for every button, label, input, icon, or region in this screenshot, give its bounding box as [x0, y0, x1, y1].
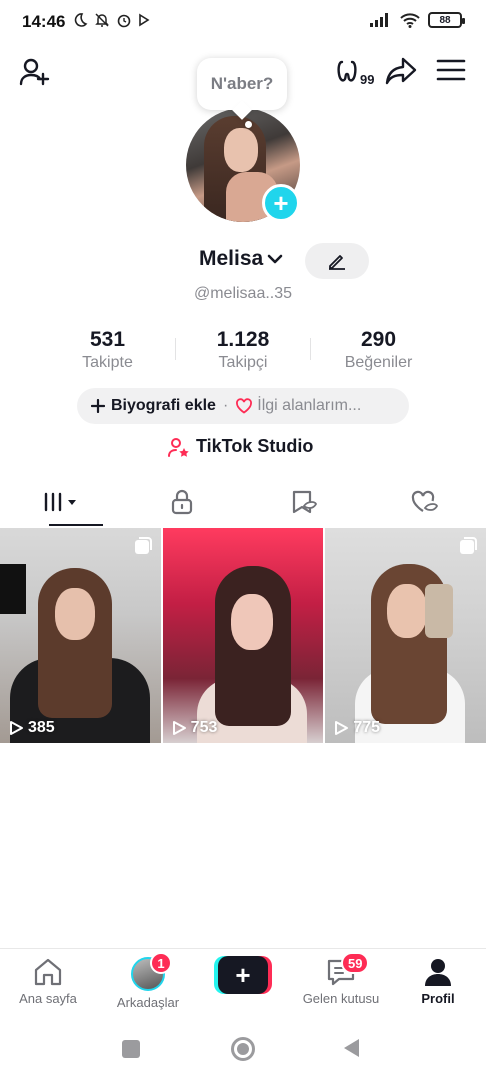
stat-following[interactable]: 531 Takipte — [40, 328, 175, 376]
tab-saved[interactable] — [243, 478, 365, 526]
nav-inbox-label: Gelen kutusu — [302, 991, 380, 1006]
nav-friends-label: Arkadaşlar — [116, 995, 180, 1010]
stat-followers[interactable]: 1.128 Takipçi — [176, 328, 311, 376]
nav-profile[interactable]: Profil — [412, 957, 464, 1006]
profile-tabs — [0, 478, 486, 526]
nav-home-label: Ana sayfa — [19, 991, 77, 1006]
wifi-icon — [400, 12, 420, 28]
share-icon[interactable] — [384, 56, 418, 86]
moon-icon — [74, 13, 88, 27]
studio-person-icon — [168, 437, 189, 457]
video-thumbnail[interactable]: 775 — [325, 528, 486, 743]
view-count-value: 753 — [190, 719, 218, 736]
friends-badge: 1 — [150, 952, 172, 974]
avatar-add-button[interactable]: + — [262, 184, 300, 222]
interests-button[interactable]: İlgi alanlarım... — [235, 397, 361, 415]
stat-value: 290 — [360, 328, 397, 351]
bio-separator: · — [222, 397, 229, 414]
view-count-value: 385 — [28, 719, 55, 736]
tab-liked[interactable] — [365, 478, 486, 526]
video-thumbnail[interactable]: 753 — [162, 528, 324, 743]
video-thumbnail[interactable]: 385 — [0, 528, 161, 743]
video-grid: 385 753 775 — [0, 528, 486, 743]
status-bar: 14:46 88 — [0, 0, 486, 44]
recents-button[interactable] — [122, 1040, 140, 1058]
liked-icon — [412, 490, 439, 512]
status-icons-left — [72, 12, 150, 28]
bubble-dot — [245, 121, 252, 128]
add-friend-icon[interactable] — [18, 56, 50, 88]
heart-icon — [236, 398, 253, 414]
view-count-value: 775 — [353, 719, 381, 736]
view-count: 753 — [171, 719, 218, 737]
pencil-icon — [329, 255, 345, 270]
view-count: 385 — [8, 719, 55, 737]
profile-icon — [425, 959, 451, 986]
studio-label: TikTok Studio — [196, 436, 314, 456]
tiktok-studio-link[interactable]: TikTok Studio — [168, 436, 313, 457]
menu-icon[interactable] — [436, 58, 466, 82]
nav-profile-label: Profil — [421, 991, 455, 1006]
bookmark-icon — [292, 490, 317, 514]
back-button[interactable] — [344, 1039, 359, 1057]
avatar-face — [224, 128, 258, 172]
bio-pill[interactable]: Biyografi ekle · İlgi alanlarım... — [77, 388, 409, 424]
add-bio-label: Biyografi ekle — [111, 397, 216, 414]
status-time: 14:46 — [22, 12, 66, 31]
edit-profile-button[interactable] — [305, 243, 369, 279]
stat-value: 1.128 — [216, 328, 270, 351]
stat-label: Takipte — [82, 354, 133, 371]
interests-label: İlgi alanlarım... — [257, 397, 362, 414]
stat-likes[interactable]: 290 Beğeniler — [311, 328, 446, 376]
bell-muted-icon — [95, 13, 109, 27]
stat-divider — [310, 338, 311, 360]
alarm-icon — [117, 14, 131, 28]
multi-photo-icon — [134, 537, 152, 554]
signal-icon — [370, 13, 388, 27]
create-button[interactable]: + — [214, 956, 272, 994]
thumbnail-tv — [0, 564, 26, 614]
play-icon — [172, 721, 186, 735]
view-count: 775 — [333, 719, 380, 737]
status-icons-right: 88 — [370, 12, 465, 28]
thumbnail-face — [230, 594, 273, 650]
name-row[interactable]: Melisa — [199, 247, 283, 271]
play-icon — [10, 721, 23, 735]
system-nav-bar — [0, 1016, 486, 1080]
grid-icon — [44, 492, 76, 512]
nav-home[interactable]: Ana sayfa — [12, 957, 84, 1006]
chevron-down-icon — [267, 254, 283, 264]
play-icon — [335, 721, 349, 735]
username: @melisaa..35 — [193, 285, 293, 302]
status-bubble-text: N'aber? — [210, 74, 274, 93]
thumbnail-face — [55, 588, 95, 640]
plus-icon: + — [218, 956, 268, 994]
add-bio-button[interactable]: Biyografi ekle — [91, 397, 216, 415]
stat-value: 531 — [89, 328, 126, 351]
home-button[interactable] — [231, 1037, 255, 1061]
battery-indicator: 88 — [428, 12, 465, 28]
thumbnail-phone — [425, 584, 454, 638]
svg-text:99: 99 — [360, 72, 374, 87]
profile-stats: 531 Takipte 1.128 Takipçi 290 Beğeniler — [40, 328, 446, 376]
lock-icon — [172, 489, 193, 515]
glasses-icon[interactable]: 99 — [336, 56, 380, 88]
stat-label: Beğeniler — [344, 354, 413, 371]
nav-friends[interactable]: Arkadaşlar — [106, 957, 190, 1010]
thumbnail-face — [387, 584, 428, 638]
stat-divider — [175, 338, 176, 360]
stat-label: Takipçi — [218, 354, 268, 371]
display-name: Melisa — [199, 247, 264, 270]
home-icon — [34, 958, 62, 986]
inbox-badge: 59 — [341, 952, 370, 974]
tab-private[interactable] — [122, 478, 244, 526]
status-bubble[interactable]: N'aber? — [197, 58, 287, 110]
multi-photo-icon — [460, 537, 478, 554]
tab-videos[interactable] — [0, 478, 122, 526]
play-store-icon — [139, 13, 150, 27]
plus-icon — [91, 399, 105, 413]
